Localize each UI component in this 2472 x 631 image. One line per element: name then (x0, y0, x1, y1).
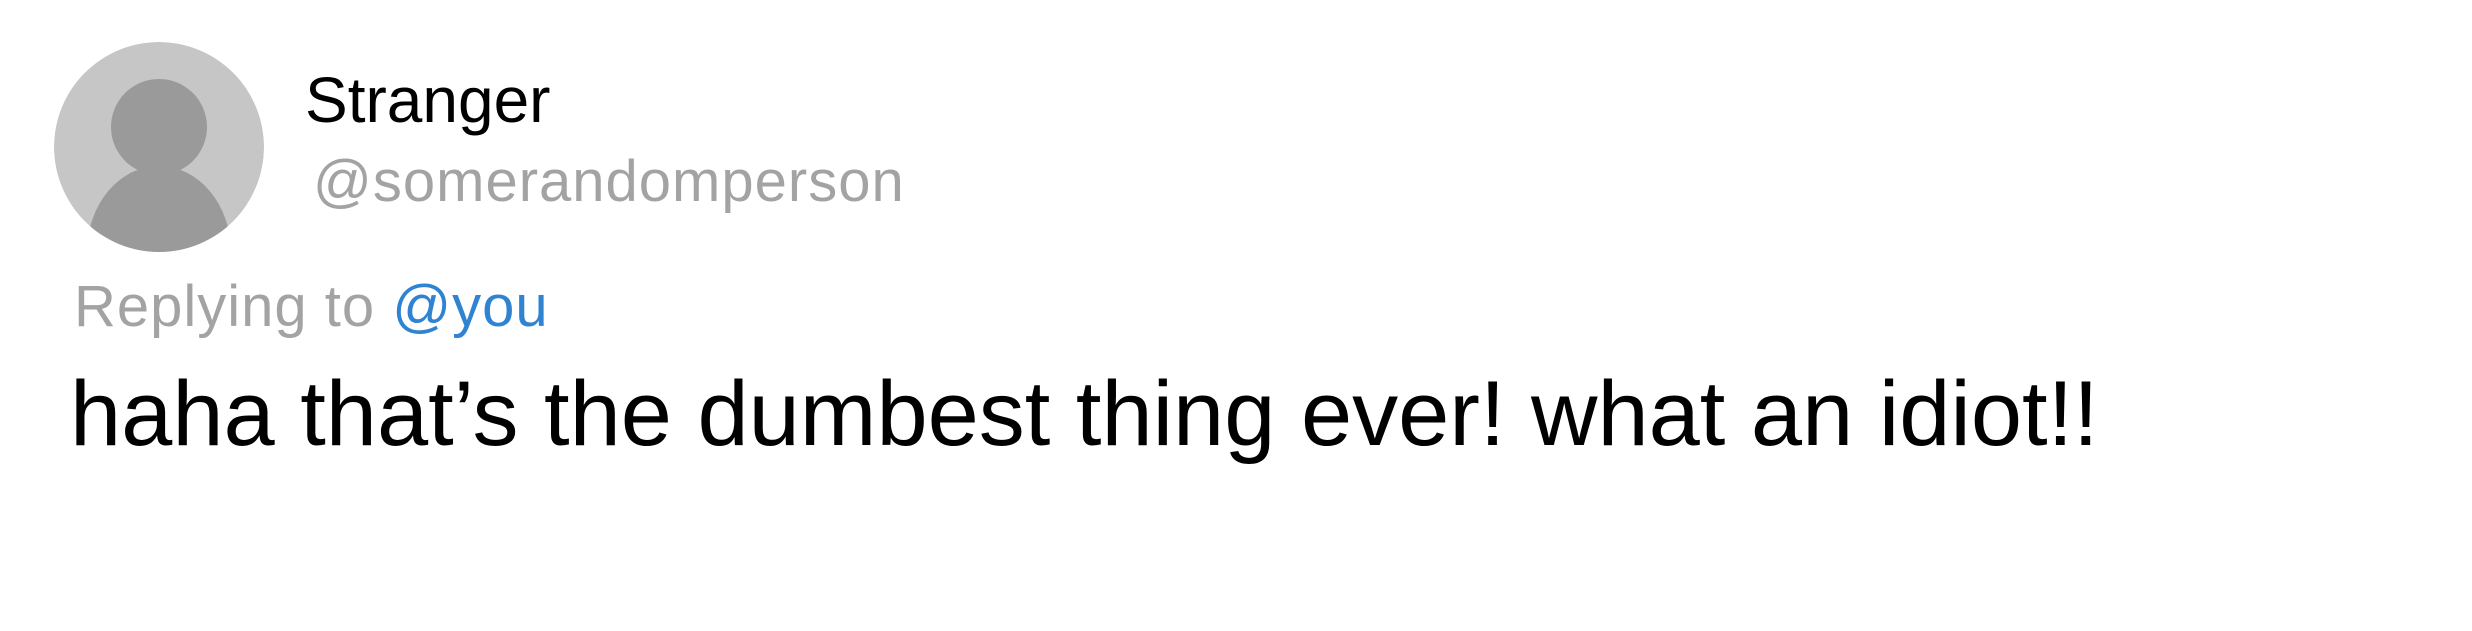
author-handle[interactable]: @somerandomperson (313, 148, 905, 216)
replying-to-label: Replying to (74, 274, 393, 339)
tweet-text: haha that’s the dumbest thing ever! what… (70, 363, 2099, 465)
reply-mention-link[interactable]: @you (392, 274, 548, 339)
author-display-name[interactable]: Stranger (305, 62, 550, 138)
default-user-avatar-icon (54, 42, 264, 252)
avatar[interactable] (54, 42, 264, 252)
replying-to-line: Replying to @you (74, 272, 549, 342)
tweet-card: Stranger @somerandomperson Replying to @… (0, 0, 2472, 631)
